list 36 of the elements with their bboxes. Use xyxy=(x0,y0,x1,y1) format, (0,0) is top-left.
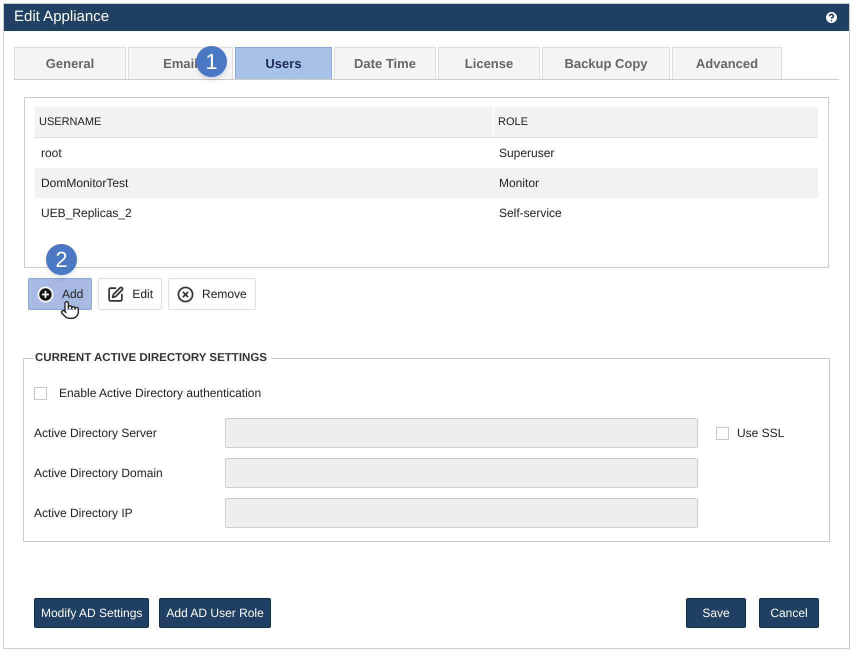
column-header: ROLE xyxy=(493,107,818,137)
remove-icon xyxy=(177,286,194,302)
plus-icon xyxy=(37,286,54,302)
add-button[interactable]: Add xyxy=(28,278,92,310)
column-header: USERNAME xyxy=(38,114,102,130)
hand-cursor-icon xyxy=(60,300,80,320)
checkbox-label: Use SSL xyxy=(737,425,784,442)
remove-button[interactable]: Remove xyxy=(168,278,256,310)
table-cell-text: UEB_Replicas_2 xyxy=(40,205,133,222)
tab[interactable]: General xyxy=(14,47,126,79)
edit-button[interactable]: Edit xyxy=(98,278,162,310)
checkbox[interactable] xyxy=(34,386,47,400)
table-cell-text: Superuser xyxy=(498,145,556,162)
checkbox-label: Enable Active Directory authentication xyxy=(59,385,262,402)
help-icon[interactable] xyxy=(824,10,839,25)
checkbox[interactable] xyxy=(716,426,729,440)
tab[interactable]: Backup Copy xyxy=(542,47,670,79)
cancel-button[interactable]: Cancel xyxy=(759,598,819,628)
window-title: Edit Appliance xyxy=(14,7,110,28)
field-label: Active Directory Server xyxy=(34,425,158,442)
table-cell-text: DomMonitorTest xyxy=(40,175,130,192)
tab[interactable]: Date Time xyxy=(334,47,436,79)
table-cell-text: Self-service xyxy=(498,205,563,222)
tab[interactable]: Users xyxy=(235,47,332,79)
footer-button[interactable]: Modify AD Settings xyxy=(34,598,150,628)
tab[interactable]: License xyxy=(438,47,540,79)
tab[interactable]: Advanced xyxy=(672,47,782,79)
step-number-tooltip: 2 xyxy=(46,244,77,275)
save-button[interactable]: Save xyxy=(686,598,746,628)
table-cell-text: root xyxy=(40,145,63,162)
edit-icon xyxy=(107,286,124,302)
field-label: Active Directory Domain xyxy=(34,465,164,482)
footer-button[interactable]: Add AD User Role xyxy=(159,598,271,628)
field-label: Active Directory IP xyxy=(34,505,134,522)
table-cell-text: Monitor xyxy=(498,175,540,192)
section-heading: CURRENT ACTIVE DIRECTORY SETTINGS xyxy=(34,351,268,366)
